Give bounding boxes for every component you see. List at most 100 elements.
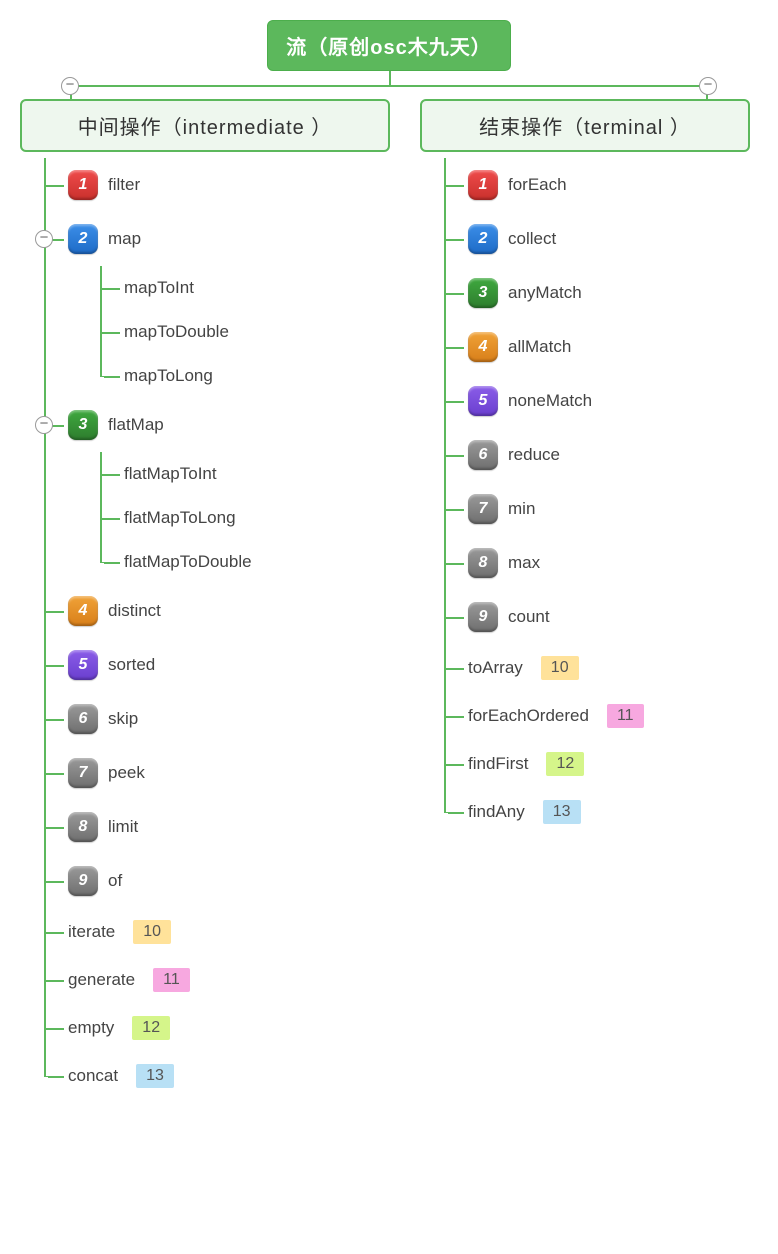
node-nonematch[interactable]: 5 noneMatch [446,374,750,428]
node-max[interactable]: 8 max [446,536,750,590]
node-reduce[interactable]: 6 reduce [446,428,750,482]
node-label: iterate [68,922,115,942]
badge-icon: 1 [68,170,98,200]
badge-icon: 6 [68,704,98,734]
tag-icon: 10 [541,656,579,680]
node-sorted[interactable]: 5 sorted [46,638,390,692]
node-skip[interactable]: 6 skip [46,692,390,746]
group-intermediate-title: 中间操作（intermediate ） [78,117,333,139]
node-flatmaptodouble[interactable]: flatMapToDouble [102,540,390,584]
badge-icon: 6 [468,440,498,470]
node-peek[interactable]: 7 peek [46,746,390,800]
node-empty[interactable]: empty 12 [46,1004,390,1052]
root-connector: − − [20,71,758,99]
tag-icon: 12 [132,1016,170,1040]
node-label: sorted [108,655,155,675]
node-of[interactable]: 9 of [46,854,390,908]
node-label: distinct [108,601,161,621]
node-findany[interactable]: findAny 13 [446,788,750,836]
node-label: findAny [468,802,525,822]
badge-icon: 2 [68,224,98,254]
badge-icon: 3 [468,278,498,308]
node-flatmaptolong[interactable]: flatMapToLong [102,496,390,540]
root-node[interactable]: 流（原创osc木九天） [267,20,510,71]
node-filter[interactable]: 1 filter [46,158,390,212]
node-label: skip [108,709,138,729]
node-label: empty [68,1018,114,1038]
badge-icon: 9 [68,866,98,896]
badge-icon: 8 [468,548,498,578]
tag-icon: 13 [136,1064,174,1088]
node-anymatch[interactable]: 3 anyMatch [446,266,750,320]
tree-intermediate: 1 filter − 2 map mapToInt mapToDouble ma… [44,158,390,1100]
node-label: anyMatch [508,283,582,303]
badge-icon: 5 [68,650,98,680]
node-toarray[interactable]: toArray 10 [446,644,750,692]
tag-icon: 10 [133,920,171,944]
node-label: count [508,607,550,627]
node-label: map [108,229,141,249]
node-label: flatMap [108,415,164,435]
node-min[interactable]: 7 min [446,482,750,536]
root-title: 流（原创osc木九天） [286,37,491,59]
node-label: concat [68,1066,118,1086]
node-label: allMatch [508,337,571,357]
badge-icon: 1 [468,170,498,200]
tag-icon: 12 [546,752,584,776]
badge-icon: 4 [68,596,98,626]
node-map[interactable]: − 2 map [46,212,390,266]
badge-icon: 9 [468,602,498,632]
node-foreach[interactable]: 1 forEach [446,158,750,212]
node-generate[interactable]: generate 11 [46,956,390,1004]
node-label: noneMatch [508,391,592,411]
collapse-toggle-terminal[interactable]: − [699,77,717,95]
group-terminal-title: 结束操作（terminal ） [479,117,691,139]
node-foreachordered[interactable]: forEachOrdered 11 [446,692,750,740]
node-label: min [508,499,535,519]
badge-icon: 4 [468,332,498,362]
tag-icon: 11 [153,968,190,992]
node-flatmaptoint[interactable]: flatMapToInt [102,452,390,496]
collapse-toggle-intermediate[interactable]: − [61,77,79,95]
node-distinct[interactable]: 4 distinct [46,584,390,638]
node-collect[interactable]: 2 collect [446,212,750,266]
node-label: flatMapToLong [124,508,236,528]
node-label: collect [508,229,556,249]
node-label: mapToLong [124,366,213,386]
node-label: toArray [468,658,523,678]
node-concat[interactable]: concat 13 [46,1052,390,1100]
tag-icon: 13 [543,800,581,824]
collapse-toggle-flatmap[interactable]: − [35,416,53,434]
node-limit[interactable]: 8 limit [46,800,390,854]
tag-icon: 11 [607,704,644,728]
node-label: forEachOrdered [468,706,589,726]
node-label: findFirst [468,754,528,774]
badge-icon: 7 [68,758,98,788]
node-label: forEach [508,175,567,195]
node-label: reduce [508,445,560,465]
group-intermediate-header[interactable]: 中间操作（intermediate ） [20,99,390,152]
node-maptolong[interactable]: mapToLong [102,354,390,398]
node-label: limit [108,817,138,837]
badge-icon: 3 [68,410,98,440]
node-flatmap[interactable]: − 3 flatMap [46,398,390,452]
node-maptoint[interactable]: mapToInt [102,266,390,310]
group-terminal-header[interactable]: 结束操作（terminal ） [420,99,750,152]
badge-icon: 2 [468,224,498,254]
node-label: max [508,553,540,573]
node-label: mapToDouble [124,322,229,342]
node-label: generate [68,970,135,990]
node-label: of [108,871,122,891]
node-count[interactable]: 9 count [446,590,750,644]
node-maptodouble[interactable]: mapToDouble [102,310,390,354]
node-allmatch[interactable]: 4 allMatch [446,320,750,374]
node-iterate[interactable]: iterate 10 [46,908,390,956]
node-findfirst[interactable]: findFirst 12 [446,740,750,788]
badge-icon: 5 [468,386,498,416]
node-label: peek [108,763,145,783]
subtree-flatmap: flatMapToInt flatMapToLong flatMapToDoub… [100,452,390,584]
tree-terminal: 1 forEach 2 collect 3 anyMatch 4 allMatc… [444,158,750,836]
collapse-toggle-map[interactable]: − [35,230,53,248]
node-label: mapToInt [124,278,194,298]
node-label: flatMapToDouble [124,552,252,572]
